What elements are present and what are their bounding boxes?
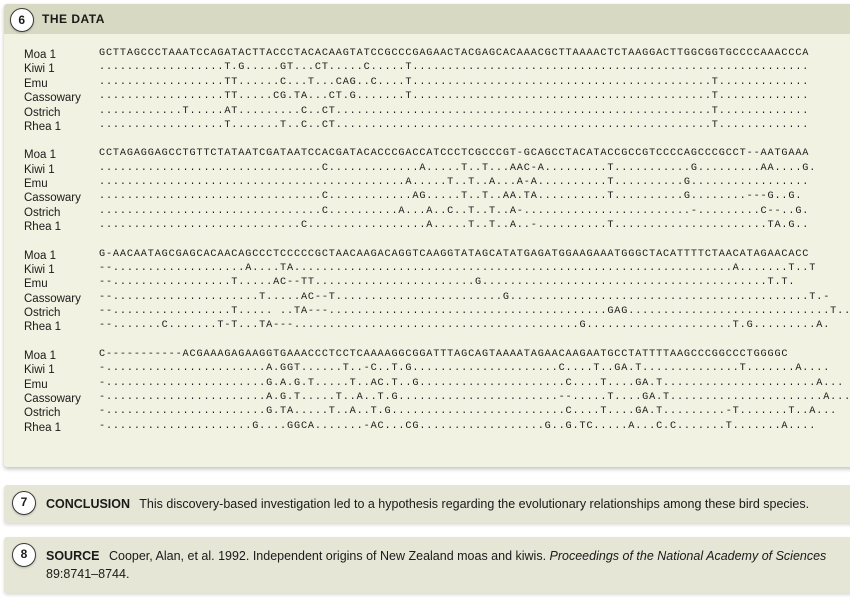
sequence-data: G-AACAATAGCGAGCACAACAGCCCTCCCCCGCTAACAAG… [99, 249, 809, 263]
source-suffix: 89:8741–8744. [46, 567, 129, 581]
species-label: Cassowary [24, 392, 99, 406]
species-label: Ostrich [24, 206, 99, 220]
species-label: Kiwi 1 [24, 163, 99, 177]
sequence-data: ................................C.......… [99, 206, 809, 220]
species-label: Emu [24, 277, 99, 291]
species-label: Rhea 1 [24, 320, 99, 334]
sequence-row: Emu..................TT......C...T...CAG… [24, 77, 836, 91]
conclusion-label: CONCLUSION [46, 497, 130, 511]
sequence-row: Rhea 1.............................C....… [24, 220, 836, 234]
data-panel-header: 6 THE DATA [4, 4, 850, 34]
sequence-data: ..................T.G.....GT...CT.....C.… [99, 62, 809, 76]
sequence-data: GCTTAGCCCTAAATCCAGATACTTACCCTACACAAGTATC… [99, 48, 809, 62]
sequence-row: Emu--.................T.....AC--TT......… [24, 277, 836, 291]
species-label: Kiwi 1 [24, 363, 99, 377]
sequence-data: .............................C..........… [99, 220, 809, 234]
species-label: Emu [24, 77, 99, 91]
sequence-row: Moa 1C-----------ACGAAAGAGAAGGTGAAACCCTC… [24, 349, 836, 363]
sequence-row: Ostrich................................C… [24, 206, 836, 220]
sequence-row: Ostrich-.......................G.TA.....… [24, 406, 836, 420]
sequence-row: Moa 1G-AACAATAGCGAGCACAACAGCCCTCCCCCGCTA… [24, 249, 836, 263]
sequence-row: Kiwi 1..................T.G.....GT...CT.… [24, 62, 836, 76]
sequence-row: Ostrich--.................T..... ..TA---… [24, 306, 836, 320]
sequence-data: CCTAGAGGAGCCTGTTCTATAATCGATAATCCACGATACA… [99, 148, 809, 162]
sequence-data: ................................C.......… [99, 191, 802, 205]
species-label: Rhea 1 [24, 220, 99, 234]
species-label: Moa 1 [24, 48, 99, 62]
badge-7: 7 [12, 491, 36, 515]
sequence-data: --.................T..... ..TA---.......… [99, 306, 850, 320]
species-label: Rhea 1 [24, 421, 99, 435]
species-label: Kiwi 1 [24, 263, 99, 277]
data-panel-title: THE DATA [42, 12, 105, 26]
conclusion-panel: 7 CONCLUSION This discovery-based invest… [4, 485, 850, 523]
sequence-data: ................................C.......… [99, 163, 816, 177]
sequence-row: Cassowary..................TT.....CG.TA.… [24, 91, 836, 105]
sequence-data: -.......................A.GGT......T..-C… [99, 363, 830, 377]
species-label: Emu [24, 378, 99, 392]
sequence-row: Ostrich............T.....AT.........C..C… [24, 106, 836, 120]
source-prefix: Cooper, Alan, et al. 1992. Independent o… [109, 549, 550, 563]
data-panel: 6 THE DATA Moa 1GCTTAGCCCTAAATCCAGATACTT… [4, 4, 850, 467]
sequence-row: Cassowary...............................… [24, 191, 836, 205]
species-label: Kiwi 1 [24, 62, 99, 76]
sequence-row: Kiwi 1................................C.… [24, 163, 836, 177]
species-label: Ostrich [24, 406, 99, 420]
sequence-data: -.....................G....GGCA.......-A… [99, 421, 816, 435]
species-label: Ostrich [24, 306, 99, 320]
sequence-block: Moa 1GCTTAGCCCTAAATCCAGATACTTACCCTACACAA… [24, 48, 836, 134]
sequence-data: -.......................G.TA.....T..A..T… [99, 406, 837, 420]
sequence-data: C-----------ACGAAAGAGAAGGTGAAACCCTCCTCAA… [99, 349, 788, 363]
sequence-row: Rhea 1..................T.......T..C..CT… [24, 120, 836, 134]
sequence-data: ........................................… [99, 177, 809, 191]
sequence-row: Kiwi 1--...................A....TA......… [24, 263, 836, 277]
sequence-data: --.................T.....AC--TT.........… [99, 277, 795, 291]
badge-6: 6 [10, 8, 34, 32]
sequence-row: Rhea 1-.....................G....GGCA...… [24, 421, 836, 435]
sequence-data: ..................T.......T..C..CT......… [99, 120, 809, 134]
source-label: SOURCE [46, 549, 99, 563]
sequence-row: Rhea 1--.......C.......T-T...TA---......… [24, 320, 836, 334]
sequence-row: Moa 1CCTAGAGGAGCCTGTTCTATAATCGATAATCCACG… [24, 148, 836, 162]
species-label: Cassowary [24, 292, 99, 306]
species-label: Emu [24, 177, 99, 191]
sequence-data: --...................A....TA............… [99, 263, 816, 277]
species-label: Rhea 1 [24, 120, 99, 134]
species-label: Moa 1 [24, 249, 99, 263]
sequence-data: --.....................T.....AC--T......… [99, 292, 830, 306]
sequence-row: Cassowary--.....................T.....AC… [24, 292, 836, 306]
species-label: Ostrich [24, 106, 99, 120]
sequence-alignment: Moa 1GCTTAGCCCTAAATCCAGATACTTACCCTACACAA… [4, 34, 850, 467]
sequence-block: Moa 1CCTAGAGGAGCCTGTTCTATAATCGATAATCCACG… [24, 148, 836, 234]
sequence-row: Emu.....................................… [24, 177, 836, 191]
source-journal: Proceedings of the National Academy of S… [550, 549, 827, 563]
species-label: Cassowary [24, 191, 99, 205]
source-panel: 8 SOURCE Cooper, Alan, et al. 1992. Inde… [4, 537, 850, 593]
species-label: Moa 1 [24, 148, 99, 162]
species-label: Cassowary [24, 91, 99, 105]
sequence-row: Emu-.......................G.A.G.T.....T… [24, 378, 836, 392]
sequence-data: --.......C.......T-T...TA---............… [99, 320, 830, 334]
sequence-data: -.......................G.A.G.T.....T..A… [99, 378, 844, 392]
sequence-data: ..................TT......C...T...CAG..C… [99, 77, 809, 91]
sequence-data: -.......................A.G.T.....T..A..… [99, 392, 850, 406]
sequence-block: Moa 1G-AACAATAGCGAGCACAACAGCCCTCCCCCGCTA… [24, 249, 836, 335]
sequence-row: Moa 1GCTTAGCCCTAAATCCAGATACTTACCCTACACAA… [24, 48, 836, 62]
species-label: Moa 1 [24, 349, 99, 363]
conclusion-text: This discovery-based investigation led t… [139, 497, 809, 511]
sequence-data: ..................TT.....CG.TA...CT.G...… [99, 91, 809, 105]
sequence-data: ............T.....AT.........C..CT......… [99, 106, 809, 120]
sequence-block: Moa 1C-----------ACGAAAGAGAAGGTGAAACCCTC… [24, 349, 836, 435]
badge-8: 8 [12, 543, 36, 567]
sequence-row: Cassowary-.......................A.G.T..… [24, 392, 836, 406]
sequence-row: Kiwi 1-.......................A.GGT.....… [24, 363, 836, 377]
